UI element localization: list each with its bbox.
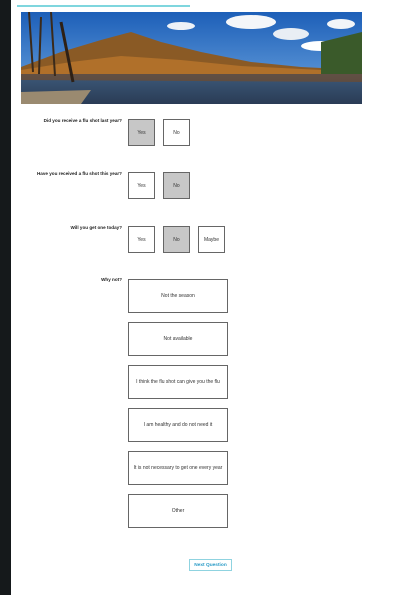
left-sidebar bbox=[0, 0, 11, 595]
q2-no-option[interactable]: No bbox=[163, 172, 190, 199]
q1-no-option[interactable]: No bbox=[163, 119, 190, 146]
q1-yes-option[interactable]: Yes bbox=[128, 119, 155, 146]
question-1-label: Did you receive a flu shot last year? bbox=[43, 118, 122, 123]
question-3-label: Will you get one today? bbox=[70, 225, 122, 230]
top-accent-bar bbox=[17, 5, 190, 7]
reason-option[interactable]: I think the flu shot can give you the fl… bbox=[128, 365, 228, 399]
q3-maybe-option[interactable]: Maybe bbox=[198, 226, 225, 253]
q2-yes-option[interactable]: Yes bbox=[128, 172, 155, 199]
reason-option[interactable]: It is not necessary to get one every yea… bbox=[128, 451, 228, 485]
q3-yes-option[interactable]: Yes bbox=[128, 226, 155, 253]
reason-option[interactable]: Other bbox=[128, 494, 228, 528]
reason-option[interactable]: I am healthy and do not need it bbox=[128, 408, 228, 442]
next-question-button[interactable]: Next Question bbox=[189, 559, 232, 571]
reason-option[interactable]: Not the season bbox=[128, 279, 228, 313]
question-2-label: Have you received a flu shot this year? bbox=[36, 171, 122, 176]
reason-option[interactable]: Not available bbox=[128, 322, 228, 356]
q3-no-option[interactable]: No bbox=[163, 226, 190, 253]
banner-image bbox=[21, 12, 362, 104]
question-4-label: Why not? bbox=[101, 277, 122, 282]
